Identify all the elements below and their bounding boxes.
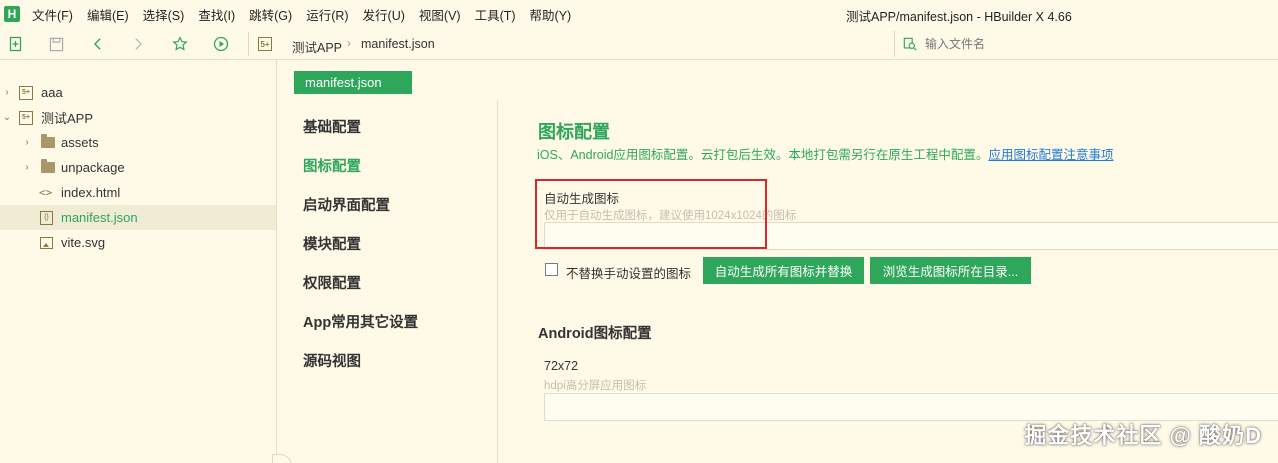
- html-file-icon: <>: [39, 186, 53, 199]
- menu-run[interactable]: 运行(R): [306, 5, 348, 24]
- manifest-editor: manifest.json 基础配置 图标配置 启动界面配置 模块配置 权限配置…: [272, 60, 1278, 463]
- chevron-right-icon[interactable]: ›: [2, 87, 12, 98]
- tree-item-label: unpackage: [61, 160, 125, 175]
- tree-item-vite-svg[interactable]: vite.svg: [0, 230, 276, 255]
- breadcrumb-chevron-icon: ›: [347, 36, 351, 50]
- android-icon-config-title: Android图标配置: [538, 326, 652, 342]
- section-title: 图标配置: [538, 122, 610, 142]
- menu-edit[interactable]: 编辑(E): [87, 5, 129, 24]
- tree-item-label: manifest.json: [61, 210, 138, 225]
- breadcrumb-project[interactable]: 测试APP: [292, 37, 342, 56]
- back-icon[interactable]: [88, 34, 108, 54]
- save-icon[interactable]: [46, 34, 66, 54]
- tree-item-test-app[interactable]: ⌄ 5+ 测试APP: [0, 105, 276, 130]
- config-nav: 基础配置 图标配置 启动界面配置 模块配置 权限配置 App常用其它设置 源码视…: [272, 100, 498, 463]
- project-file-icon: 5+: [258, 37, 272, 51]
- folder-icon: [41, 159, 55, 173]
- tree-item-manifest-json[interactable]: {} manifest.json: [0, 205, 276, 230]
- project-explorer: › 5+ aaa ⌄ 5+ 测试APP › assets › unpackage…: [0, 60, 277, 463]
- file-tab-manifest[interactable]: manifest.json: [294, 71, 412, 94]
- tree-item-label: vite.svg: [61, 235, 106, 250]
- window-title: 测试APP/manifest.json - HBuilder X 4.66: [846, 10, 1072, 24]
- nav-permission-config[interactable]: 权限配置: [303, 272, 361, 293]
- chevron-down-icon[interactable]: ⌄: [2, 112, 12, 123]
- browse-icons-dir-button[interactable]: 浏览生成图标所在目录...: [870, 257, 1031, 284]
- json-file-icon: {}: [40, 210, 53, 225]
- menu-select[interactable]: 选择(S): [143, 5, 185, 24]
- menu-goto[interactable]: 跳转(G): [249, 5, 292, 24]
- menu-tools[interactable]: 工具(T): [475, 5, 516, 24]
- nav-icon-config[interactable]: 图标配置: [303, 155, 361, 176]
- android-72-label: 72x72: [544, 359, 579, 373]
- android-72-input[interactable]: [544, 393, 1278, 421]
- run-icon[interactable]: [211, 34, 231, 54]
- breadcrumb-file[interactable]: manifest.json: [361, 37, 435, 51]
- menu-file[interactable]: 文件(F): [32, 5, 73, 24]
- forward-icon[interactable]: [128, 34, 148, 54]
- menubar: H 文件(F) 编辑(E) 选择(S) 查找(I) 跳转(G) 运行(R) 发行…: [0, 0, 1278, 28]
- search-icon: [903, 37, 917, 51]
- project-icon: 5+: [19, 85, 33, 100]
- menu-view[interactable]: 视图(V): [419, 5, 461, 24]
- tree-item-assets[interactable]: › assets: [0, 130, 276, 155]
- menu-help[interactable]: 帮助(Y): [530, 5, 572, 24]
- search-input[interactable]: [925, 35, 1265, 53]
- hbuilder-logo-icon: H: [4, 6, 20, 22]
- collapse-nav-button[interactable]: ‹: [272, 454, 292, 463]
- tree-item-label: aaa: [41, 85, 63, 100]
- nav-source-view[interactable]: 源码视图: [303, 350, 361, 371]
- android-72-hint: hdpi高分屏应用图标: [544, 380, 647, 392]
- nav-basic-config[interactable]: 基础配置: [303, 116, 361, 137]
- folder-icon: [41, 134, 55, 148]
- tree-item-label: 测试APP: [41, 111, 94, 126]
- section-description-text: iOS、Android应用图标配置。云打包后生效。本地打包需另行在原生工程中配置…: [537, 148, 989, 162]
- tree-item-index-html[interactable]: <> index.html: [0, 180, 276, 205]
- generate-icons-button[interactable]: 自动生成所有图标并替换: [703, 257, 864, 284]
- chevron-right-icon[interactable]: ›: [22, 137, 32, 148]
- nav-app-other-settings[interactable]: App常用其它设置: [303, 311, 418, 332]
- toolbar-separator: [248, 32, 249, 56]
- icon-config-notes-link[interactable]: 应用图标配置注意事项: [988, 148, 1113, 162]
- chevron-right-icon[interactable]: ›: [22, 162, 32, 173]
- tree-item-unpackage[interactable]: › unpackage: [0, 155, 276, 180]
- image-file-icon: [40, 236, 53, 249]
- menu-publish[interactable]: 发行(U): [363, 5, 405, 24]
- project-icon: 5+: [19, 110, 33, 125]
- file-search: [894, 31, 1278, 57]
- no-replace-checkbox-label[interactable]: 不替换手动设置的图标: [566, 263, 691, 282]
- menu-find[interactable]: 查找(I): [198, 5, 235, 24]
- toolbar: 5+ 测试APP › manifest.json: [0, 28, 1278, 60]
- tree-item-aaa[interactable]: › 5+ aaa: [0, 80, 276, 105]
- highlight-annotation: [535, 179, 767, 249]
- tree-item-label: index.html: [61, 185, 121, 200]
- new-file-icon[interactable]: [6, 34, 26, 54]
- no-replace-checkbox[interactable]: [545, 263, 558, 276]
- tree-item-label: assets: [61, 135, 99, 150]
- watermark: 掘金技术社区 @ 酸奶D: [1024, 423, 1262, 448]
- nav-splash-config[interactable]: 启动界面配置: [303, 194, 390, 215]
- nav-module-config[interactable]: 模块配置: [303, 233, 361, 254]
- star-icon[interactable]: [170, 34, 190, 54]
- section-description: iOS、Android应用图标配置。云打包后生效。本地打包需另行在原生工程中配置…: [537, 144, 1113, 163]
